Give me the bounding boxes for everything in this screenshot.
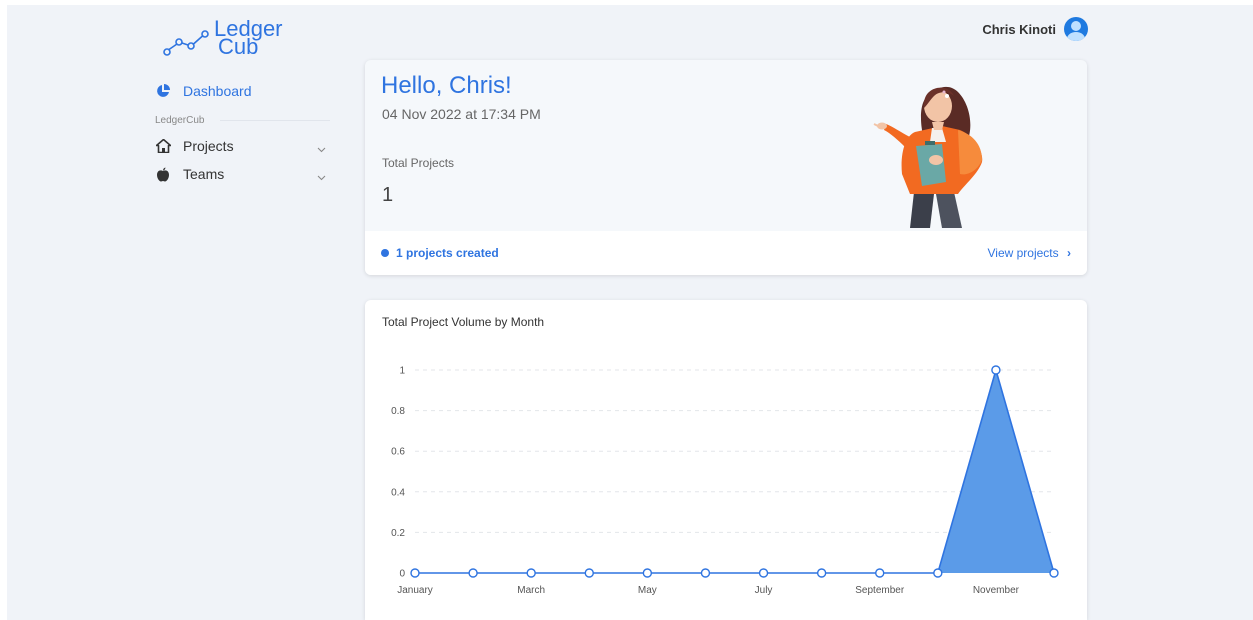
x-tick-label: January <box>397 585 433 596</box>
user-menu[interactable]: Chris Kinoti <box>982 17 1088 41</box>
status-dot-icon <box>381 249 389 257</box>
current-datetime: 04 Nov 2022 at 17:34 PM <box>382 106 541 122</box>
sidebar-item-label: Teams <box>183 166 225 182</box>
data-point <box>933 568 943 578</box>
data-point <box>526 568 536 578</box>
data-point <box>875 568 885 578</box>
project-volume-chart-card: Total Project Volume by Month 0 0.2 0.4 0.6… <box>365 300 1087 620</box>
data-point <box>642 568 653 578</box>
y-tick-label: 1 <box>399 366 405 377</box>
logo-graph-icon <box>163 30 209 56</box>
welcome-card: Hello, Chris! 04 Nov 2022 at 17:34 PM To… <box>365 60 1087 275</box>
section-label-text: LedgerCub <box>155 115 205 126</box>
chevron-down-icon <box>317 140 326 156</box>
data-point <box>816 568 827 578</box>
y-tick-label: 0.2 <box>391 528 405 539</box>
sidebar-item-projects[interactable]: Projects <box>155 132 330 160</box>
avatar[interactable] <box>1064 17 1088 41</box>
sidebar-item-dashboard[interactable]: Dashboard <box>155 77 330 105</box>
y-tick-label: 0.4 <box>391 487 405 498</box>
x-tick-label: July <box>755 585 773 596</box>
logo[interactable]: Ledger Cub <box>162 18 302 65</box>
y-tick-label: 0.8 <box>391 406 405 417</box>
series-area <box>415 370 1054 573</box>
sidebar-item-label: Projects <box>183 138 234 154</box>
user-name: Chris Kinoti <box>982 21 1056 37</box>
pie-chart-icon <box>155 83 171 99</box>
view-projects-link[interactable]: View projects › <box>988 246 1072 260</box>
y-tick-label: 0.6 <box>391 447 405 458</box>
x-tick-label: September <box>855 585 905 596</box>
logo-text: Ledger Cub <box>214 18 283 58</box>
total-projects-label: Total Projects <box>382 156 455 170</box>
sidebar: Dashboard LedgerCub Projects Teams <box>155 77 330 188</box>
project-volume-chart: 0 0.2 0.4 0.6 0.8 1 January March May July Septemb… <box>391 365 1059 596</box>
data-point <box>468 568 478 578</box>
greeting: Hello, Chris! <box>381 72 512 99</box>
chevron-down-icon <box>317 168 326 184</box>
data-point <box>700 568 711 578</box>
woman-with-clipboard-illustration <box>873 86 983 228</box>
view-projects-label: View projects <box>987 246 1059 260</box>
sidebar-section-label: LedgerCub <box>155 115 330 126</box>
sidebar-item-label: Dashboard <box>183 83 252 99</box>
welcome-card-footer: 1 projects created View projects › <box>365 231 1087 275</box>
data-point <box>410 568 420 578</box>
chevron-right-icon: › <box>1067 246 1071 260</box>
sidebar-item-teams[interactable]: Teams <box>155 160 330 188</box>
divider <box>220 120 330 121</box>
x-tick-label: May <box>638 585 657 596</box>
app-background: Ledger Cub Chris Kinoti Dashboard Ledger… <box>7 5 1253 620</box>
y-tick-label: 0 <box>399 569 405 580</box>
data-point <box>1049 568 1059 578</box>
apple-icon <box>155 166 171 182</box>
data-point <box>991 365 1001 375</box>
data-point <box>758 568 769 578</box>
projects-created-text: 1 projects created <box>396 246 499 260</box>
total-projects-value: 1 <box>382 184 394 206</box>
projects-created-status: 1 projects created <box>381 246 499 260</box>
x-tick-label: March <box>517 585 545 596</box>
home-icon <box>155 138 171 154</box>
data-point <box>584 568 594 578</box>
x-tick-label: November <box>973 585 1020 596</box>
